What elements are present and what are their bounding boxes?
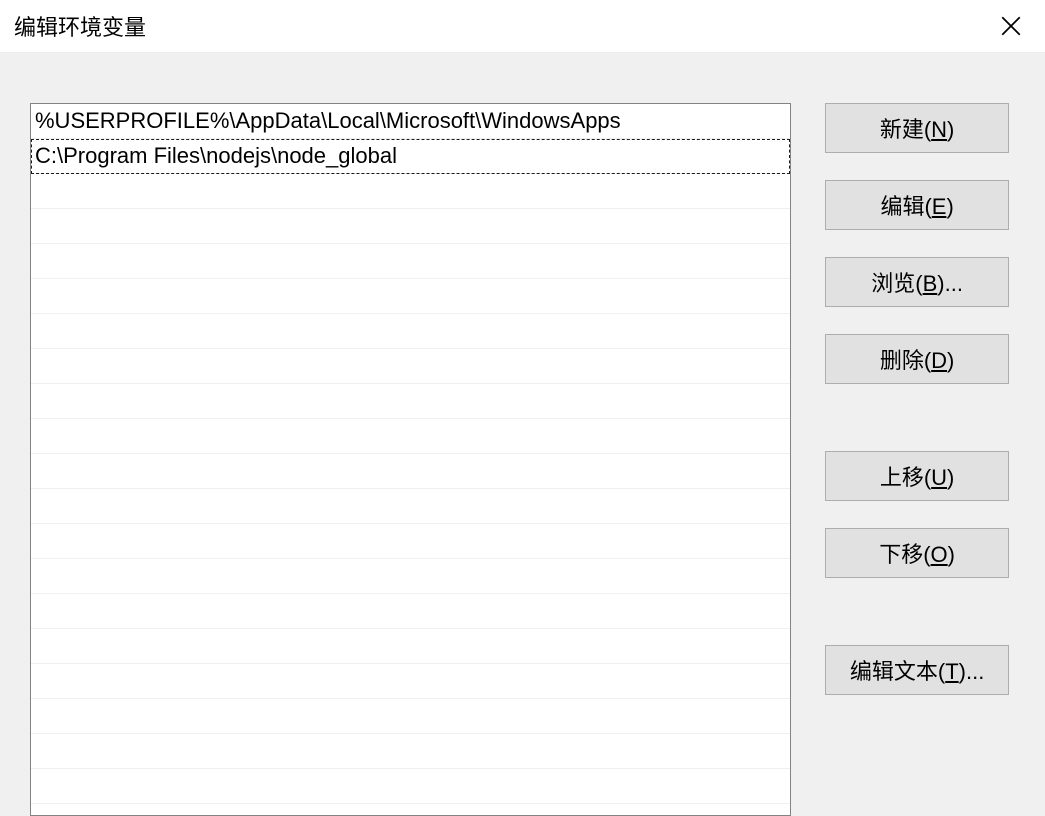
spacer bbox=[821, 578, 1015, 645]
path-list-row[interactable] bbox=[31, 769, 790, 804]
path-list-row[interactable] bbox=[31, 244, 790, 279]
button-label: 删除(D) bbox=[880, 343, 955, 375]
browse-button[interactable]: 浏览(B)... bbox=[825, 257, 1009, 307]
path-list-row[interactable] bbox=[31, 419, 790, 454]
path-list[interactable]: %USERPROFILE%\AppData\Local\Microsoft\Wi… bbox=[30, 103, 791, 816]
path-list-row[interactable]: C:\Program Files\nodejs\node_global bbox=[31, 139, 790, 174]
path-list-row[interactable] bbox=[31, 279, 790, 314]
delete-button[interactable]: 删除(D) bbox=[825, 334, 1009, 384]
button-label: 上移(U) bbox=[880, 460, 955, 492]
path-list-row[interactable] bbox=[31, 384, 790, 419]
spacer bbox=[821, 153, 1015, 180]
path-list-row[interactable] bbox=[31, 734, 790, 769]
path-list-row[interactable] bbox=[31, 629, 790, 664]
path-list-row[interactable] bbox=[31, 699, 790, 734]
button-column: 新建(N) 编辑(E) 浏览(B)... 删除(D) bbox=[821, 103, 1015, 816]
button-label: 新建(N) bbox=[880, 112, 955, 144]
title-bar: 编辑环境变量 bbox=[0, 0, 1045, 53]
path-list-row[interactable] bbox=[31, 454, 790, 489]
move-down-button[interactable]: 下移(O) bbox=[825, 528, 1009, 578]
spacer bbox=[821, 230, 1015, 257]
path-list-row[interactable] bbox=[31, 349, 790, 384]
spacer bbox=[821, 501, 1015, 528]
path-list-row[interactable] bbox=[31, 174, 790, 209]
path-list-row[interactable] bbox=[31, 489, 790, 524]
path-list-row[interactable]: %USERPROFILE%\AppData\Local\Microsoft\Wi… bbox=[31, 104, 790, 139]
button-label: 编辑(E) bbox=[880, 189, 953, 221]
edit-button[interactable]: 编辑(E) bbox=[825, 180, 1009, 230]
new-button[interactable]: 新建(N) bbox=[825, 103, 1009, 153]
path-list-row[interactable] bbox=[31, 559, 790, 594]
button-label: 编辑文本(T)... bbox=[850, 654, 984, 686]
move-up-button[interactable]: 上移(U) bbox=[825, 451, 1009, 501]
dialog-window: 编辑环境变量 %USERPROFILE%\AppData\Local\Micro… bbox=[0, 0, 1045, 816]
button-label: 下移(O) bbox=[879, 537, 955, 569]
dialog-body: %USERPROFILE%\AppData\Local\Microsoft\Wi… bbox=[0, 53, 1045, 816]
close-button[interactable] bbox=[981, 0, 1041, 53]
path-list-row[interactable] bbox=[31, 594, 790, 629]
dialog-title: 编辑环境变量 bbox=[14, 10, 146, 42]
path-list-row[interactable] bbox=[31, 524, 790, 559]
path-list-row[interactable] bbox=[31, 209, 790, 244]
path-list-row[interactable] bbox=[31, 664, 790, 699]
spacer bbox=[821, 307, 1015, 334]
button-label: 浏览(B)... bbox=[871, 266, 963, 298]
edit-text-button[interactable]: 编辑文本(T)... bbox=[825, 645, 1009, 695]
spacer bbox=[821, 384, 1015, 451]
path-list-row[interactable] bbox=[31, 314, 790, 349]
close-icon bbox=[1001, 16, 1021, 36]
